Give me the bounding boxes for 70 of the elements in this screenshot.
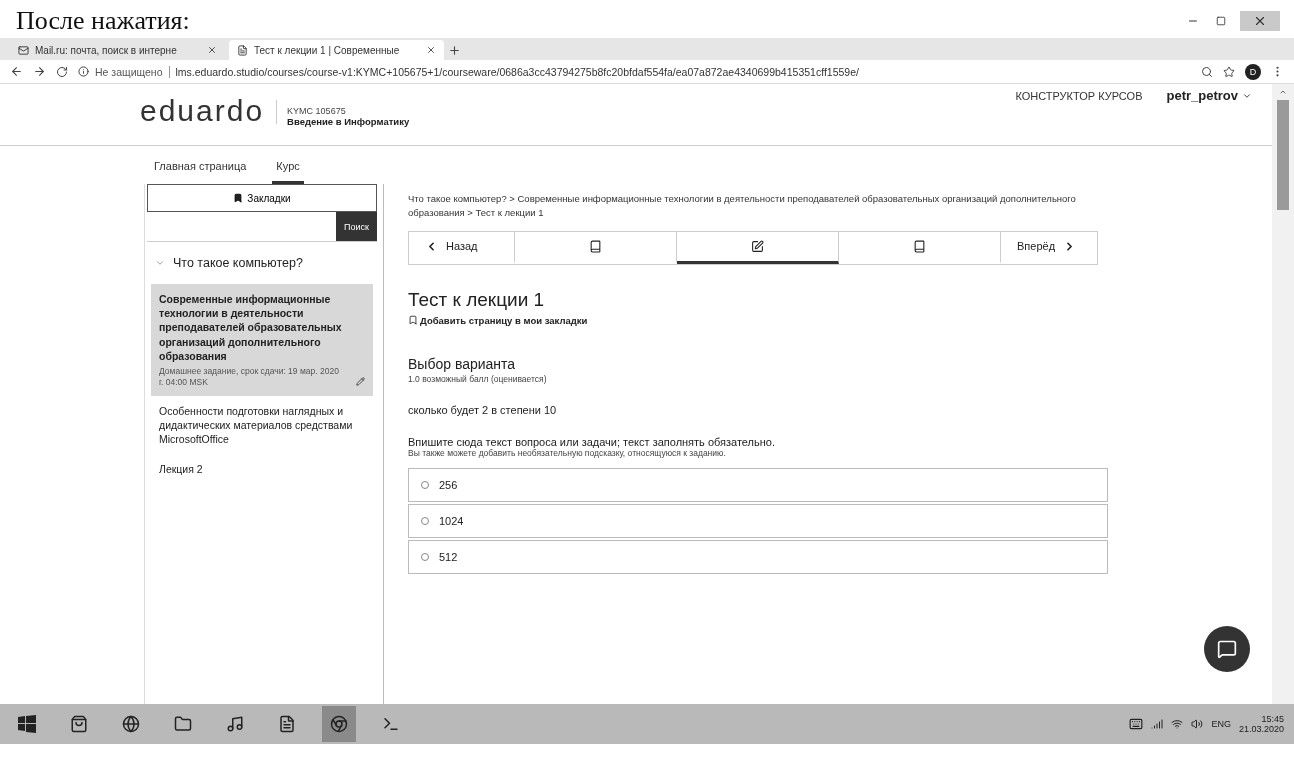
pencil-icon xyxy=(356,376,365,386)
bookmark-star-button[interactable] xyxy=(1223,65,1235,78)
browser-tab[interactable]: Тест к лекции 1 | Современные xyxy=(229,40,444,60)
answer-option[interactable]: 1024 xyxy=(408,503,1108,538)
search-submit-button[interactable]: Поиск xyxy=(336,212,377,241)
star-icon xyxy=(1223,65,1235,78)
add-bookmark-link[interactable]: Добавить страницу в мои закладки xyxy=(408,314,588,326)
scroll-up-icon xyxy=(1279,88,1287,96)
hint-text: Вы также можете добавить необязательную подсказку, относящуюся к заданию. xyxy=(408,447,727,458)
forward-arrow-icon xyxy=(33,65,46,78)
search-field[interactable]: Поиск xyxy=(147,212,377,242)
course-code: KYMC 105675 xyxy=(287,105,347,116)
chat-icon xyxy=(1217,639,1237,659)
back-arrow-icon xyxy=(10,65,23,78)
breadcrumb: Что такое компьютер? > Современные информационные технологии в деятельности преподавателей образовательных организаций дополнительного образования > Тест к лекции 1 xyxy=(408,192,1077,221)
windows-logo-icon[interactable] xyxy=(18,715,36,733)
mail-icon xyxy=(18,44,29,56)
radio-button[interactable] xyxy=(421,552,429,561)
unit-title: Тест к лекции 1 xyxy=(408,288,546,311)
section-item[interactable]: Особенности подготовки наглядных и дидактических материалов средствами MicrosoftOffice xyxy=(151,395,373,455)
back-button[interactable] xyxy=(10,65,23,78)
language-indicator[interactable]: ENG xyxy=(1211,719,1231,729)
course-title: Введение в Информатику xyxy=(287,115,410,127)
volume-icon xyxy=(1191,718,1204,730)
scrollbar-thumb[interactable] xyxy=(1277,100,1289,210)
bookmark-icon xyxy=(233,193,244,203)
forward-button[interactable] xyxy=(33,65,46,78)
search-button[interactable] xyxy=(1201,65,1213,78)
answer-option[interactable]: 256 xyxy=(408,467,1108,502)
search-icon xyxy=(1201,65,1213,78)
points-text: 1.0 возможный балл (оценивается) xyxy=(408,373,548,384)
chat-button[interactable] xyxy=(1204,626,1250,672)
question-text: сколько будет 2 в степени 10 xyxy=(408,403,558,416)
section-item[interactable]: Современные информационные технологии в деятельности преподавателей образовательных организаций дополнительного образования Домашнее задание, срок сдачи: 19 мар. 2020 г. 04:00 MSK xyxy=(151,284,373,396)
close-icon xyxy=(207,45,217,55)
maximize-icon xyxy=(1216,16,1226,26)
reload-icon xyxy=(56,65,68,78)
unit-tab[interactable] xyxy=(677,231,839,264)
course-tab[interactable]: Главная страница xyxy=(150,160,251,184)
close-icon xyxy=(1253,14,1267,28)
reload-button[interactable] xyxy=(56,65,68,78)
book-icon xyxy=(913,239,926,253)
bookmark-icon xyxy=(408,315,418,325)
plus-icon xyxy=(448,43,461,57)
page-icon xyxy=(237,44,248,56)
studio-link[interactable]: КОНСТРУКТОР КУРСОВ xyxy=(1015,89,1143,102)
bookmarks-button[interactable]: Закладки xyxy=(147,184,377,212)
info-icon xyxy=(78,66,89,77)
browser-tab[interactable]: Mail.ru: почта, поиск в интерне xyxy=(10,40,225,60)
address-bar[interactable]: Не защищено lms.eduardo.studio/courses/course-v1:KYMC+105675+1/courseware/0686a3cc43794275b8fc20bfdaf554fa/ea07a872ae4340699b415351cff1559e/ xyxy=(78,65,1191,78)
keyboard-icon xyxy=(1129,717,1144,731)
section-item[interactable]: Лекция 2 xyxy=(151,454,373,485)
user-menu[interactable]: petr_petrov xyxy=(1166,88,1252,103)
answer-option[interactable]: 512 xyxy=(408,539,1108,574)
clock[interactable]: 15:45 21.03.2020 xyxy=(1238,714,1284,734)
wifi-icon xyxy=(1171,718,1184,730)
book-icon xyxy=(589,239,602,253)
radio-button[interactable] xyxy=(421,516,429,525)
close-icon xyxy=(426,45,436,55)
browser-icon[interactable] xyxy=(322,706,356,742)
prompt-text: Впишите сюда текст вопроса или задачи; текст заполнять обязательно. xyxy=(408,435,777,448)
caret-icon xyxy=(155,258,165,268)
caption-text: После нажатия: xyxy=(16,6,190,36)
radio-button[interactable] xyxy=(421,480,429,489)
problem-title: Выбор варианта xyxy=(408,355,517,372)
chapter-toggle[interactable]: Что такое компьютер? xyxy=(145,242,383,284)
profile-avatar[interactable]: D xyxy=(1245,63,1261,80)
edit-icon xyxy=(751,239,764,253)
signal-icon xyxy=(1151,718,1164,730)
site-logo[interactable]: eduardo xyxy=(140,88,265,128)
